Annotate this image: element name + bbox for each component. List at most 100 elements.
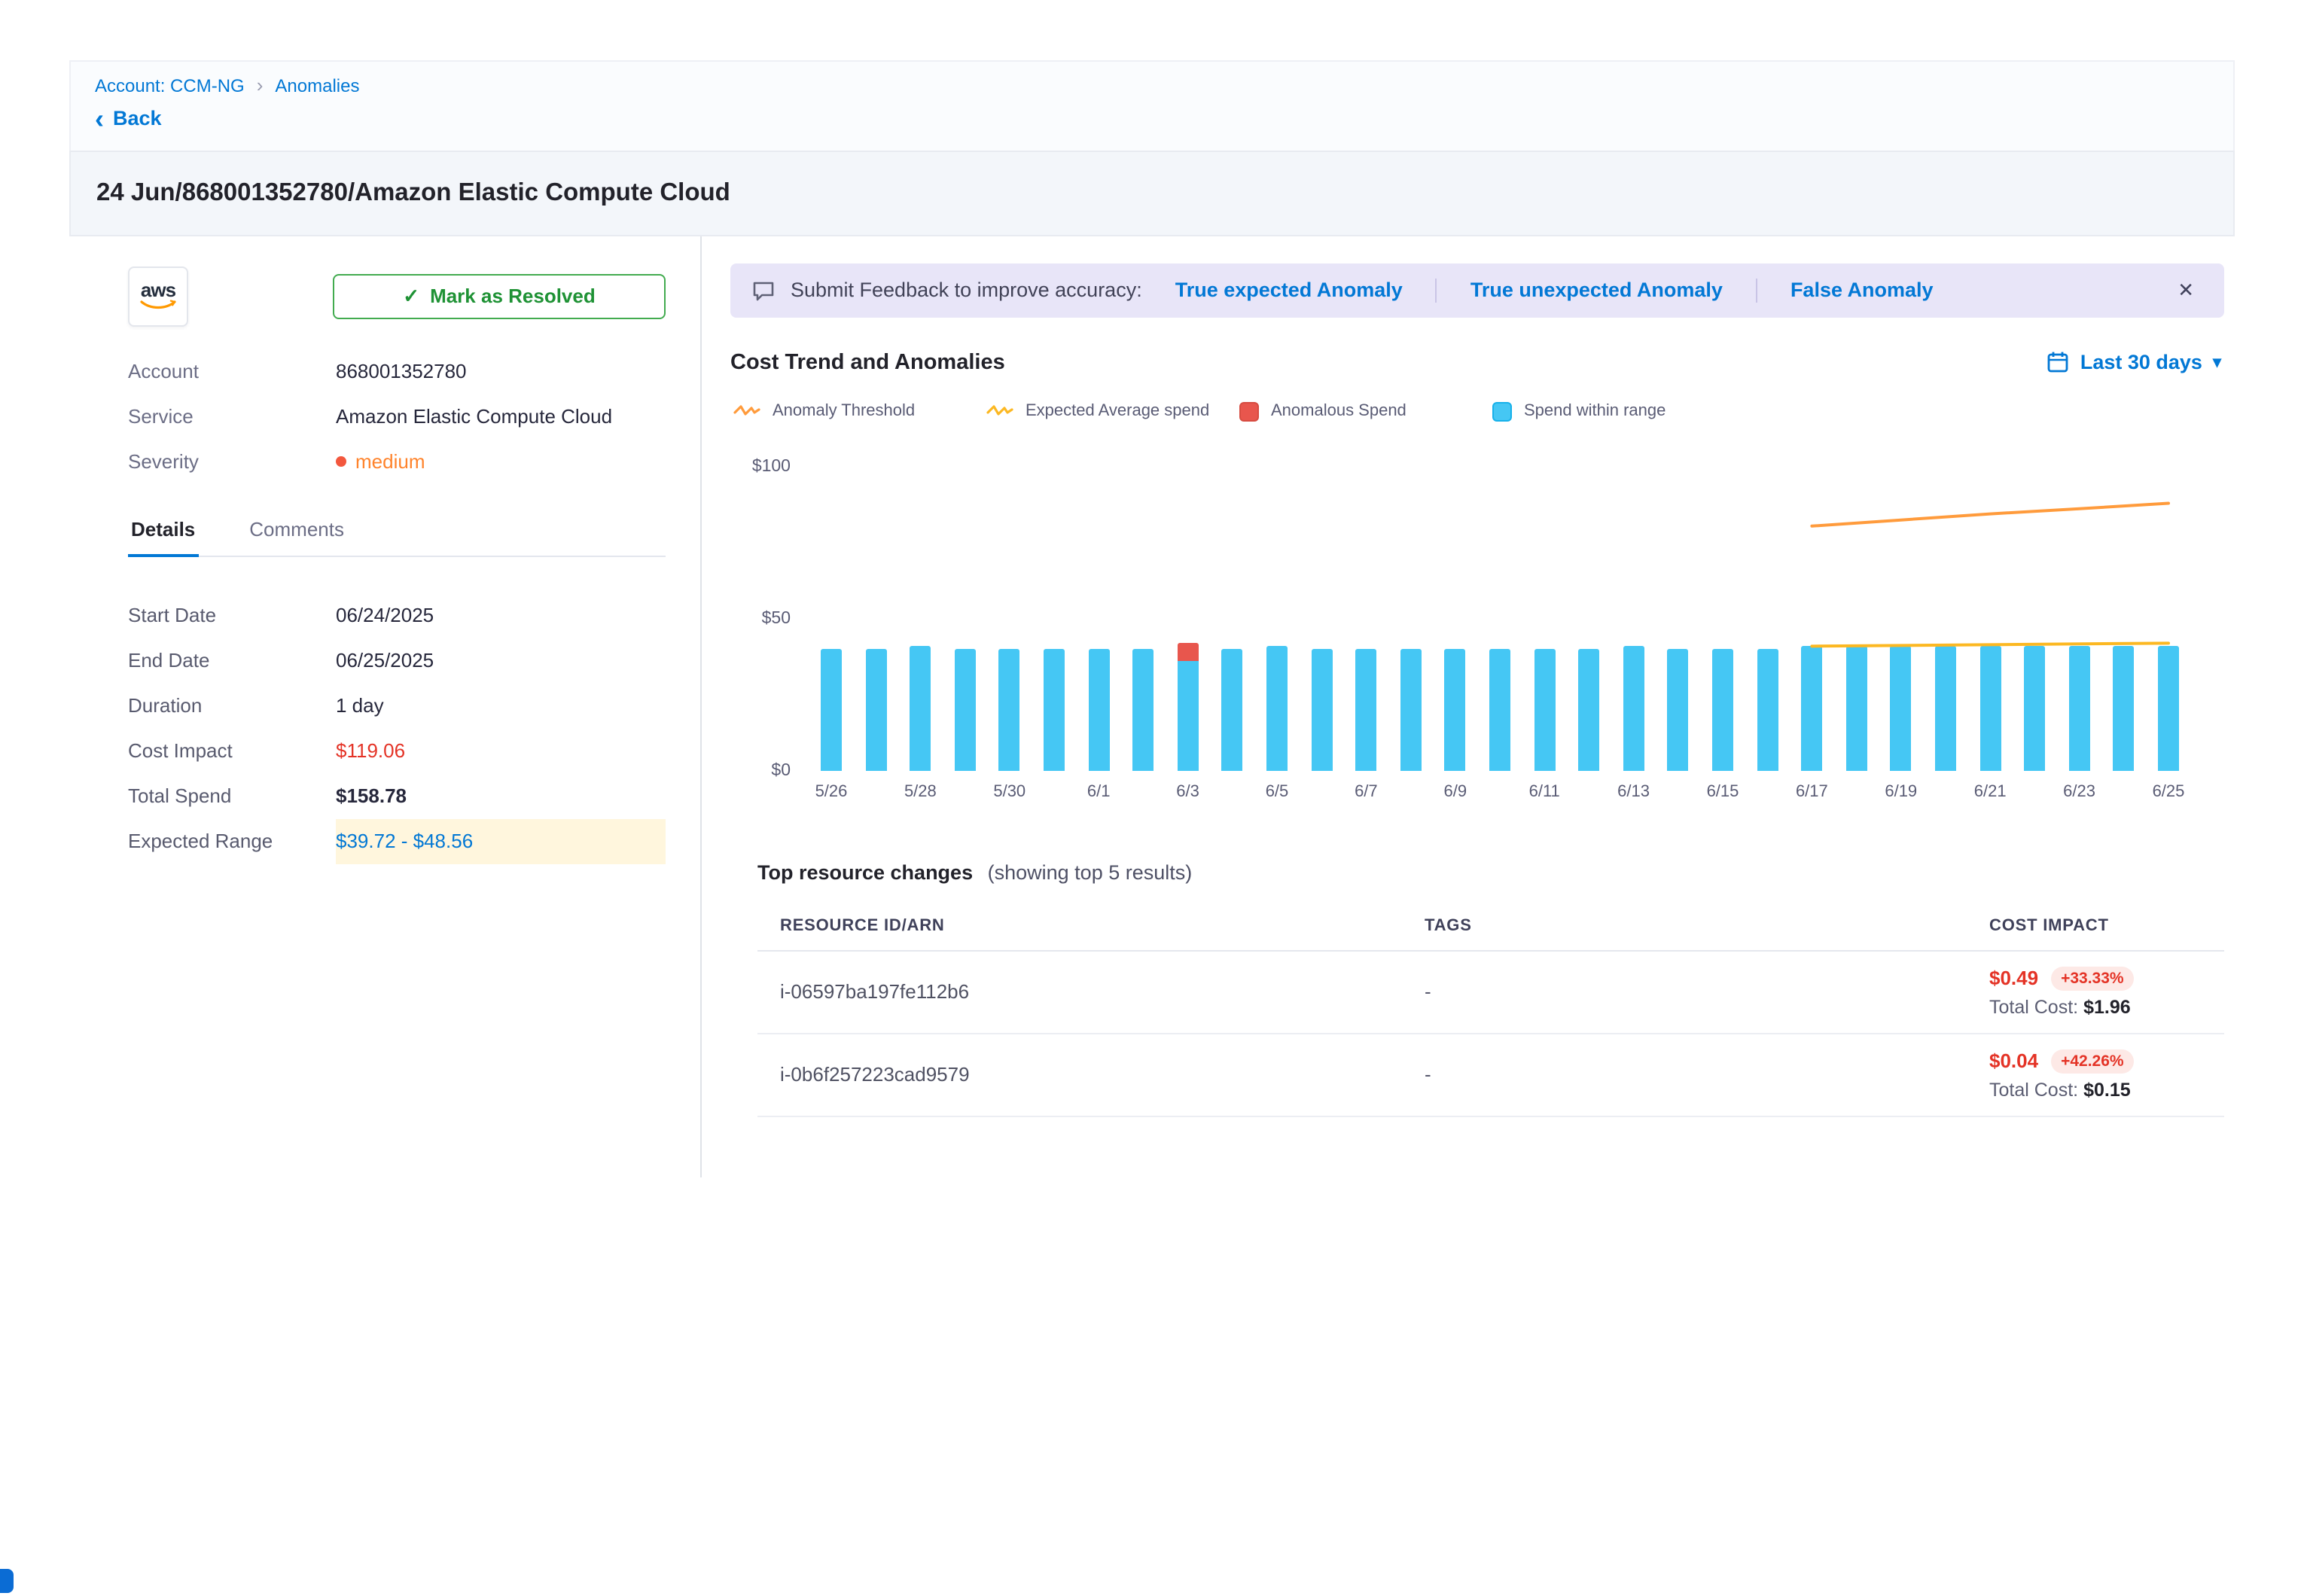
total-cost-value: $1.96 (2083, 996, 2131, 1017)
chart-bar[interactable] (1355, 648, 1376, 770)
change-percent-badge: +33.33% (2050, 966, 2135, 990)
chart-bar[interactable] (1266, 645, 1288, 770)
table-row: i-06597ba197fe112b6 - $0.49 +33.33% Tota… (757, 951, 2224, 1034)
spend-bar-segment (1489, 648, 1510, 770)
resolve-button-label: Mark as Resolved (430, 285, 596, 307)
resource-cost-cell: $0.04 +42.26% Total Cost: $0.15 (1989, 1049, 2224, 1100)
chevron-down-icon: ▾ (2213, 352, 2221, 372)
chart-bar[interactable] (1891, 645, 1912, 770)
chart-bar[interactable] (2069, 645, 2090, 770)
back-row: ‹ Back (95, 107, 2209, 135)
chart-bar[interactable] (865, 648, 886, 770)
expected-range-label: Expected Range (128, 818, 336, 863)
chart-bar[interactable] (1489, 648, 1510, 770)
severity-dot-icon (336, 455, 346, 466)
chart-header: Cost Trend and Anomalies Last 30 days ▾ (730, 350, 2224, 374)
date-range-value: Last 30 days (2080, 351, 2202, 373)
legend-anomaly-threshold: Anomaly Threshold (733, 401, 986, 421)
close-icon[interactable]: ✕ (2168, 275, 2203, 305)
chart-bar[interactable] (821, 648, 842, 770)
account-label: Account (128, 359, 336, 382)
total-cost-label: Total Cost: (1989, 996, 2078, 1017)
chart-bar[interactable] (999, 648, 1020, 770)
duration-value: 1 day (336, 694, 384, 717)
total-spend-label: Total Spend (128, 773, 336, 818)
legend-label: Anomaly Threshold (773, 402, 915, 420)
chart-bar[interactable] (1623, 645, 1644, 770)
chart-bar[interactable] (2024, 645, 2045, 770)
expected-average-line (1812, 642, 2168, 645)
spend-bar-segment (1668, 648, 1689, 770)
header-band: Account: CCM-NG › Anomalies ‹ Back (69, 60, 2235, 150)
chart-bar[interactable] (1578, 648, 1599, 770)
chart-bar[interactable] (2158, 645, 2179, 770)
change-percent-badge: +42.26% (2050, 1049, 2135, 1073)
legend-square-icon (1239, 401, 1259, 421)
spend-bar-segment (1846, 645, 1867, 770)
chart-bar[interactable] (1935, 645, 1956, 770)
breadcrumb-account-link[interactable]: Account: CCM-NG (95, 75, 245, 96)
feedback-divider (1756, 278, 1757, 302)
spend-bar-segment (1088, 648, 1109, 770)
chart-bar[interactable] (1712, 648, 1733, 770)
severity-badge: medium (336, 449, 425, 472)
spend-bar-segment (821, 648, 842, 770)
chart-bar[interactable] (1979, 645, 2001, 770)
tab-comments[interactable]: Comments (246, 505, 347, 555)
resource-tags: - (1402, 980, 1989, 1003)
chart-bar[interactable] (1668, 648, 1689, 770)
chart-bar[interactable] (955, 648, 976, 770)
resources-title-row: Top resource changes (showing top 5 resu… (757, 860, 2224, 883)
feedback-banner: Submit Feedback to improve accuracy: Tru… (730, 263, 2224, 317)
feedback-prompt: Submit Feedback to improve accuracy: (791, 279, 1142, 301)
chart-bar[interactable] (910, 645, 931, 770)
breadcrumb-anomalies-link[interactable]: Anomalies (275, 75, 359, 96)
chart-bar[interactable] (1222, 648, 1243, 770)
legend-anomalous-spend: Anomalous Spend (1239, 401, 1492, 421)
chart-bar[interactable] (1757, 648, 1778, 770)
chart-bar[interactable] (1044, 648, 1065, 770)
chart-bar[interactable] (1178, 642, 1199, 770)
mark-as-resolved-button[interactable]: ✓ Mark as Resolved (333, 273, 666, 318)
legend-label: Spend within range (1524, 402, 1666, 420)
back-button[interactable]: ‹ Back (95, 107, 162, 129)
anomaly-details: Start Date 06/24/2025 End Date 06/25/202… (128, 592, 666, 863)
legend-line-icon (986, 402, 1013, 420)
chart-plot: 5/265/285/306/16/36/56/76/96/116/136/156… (821, 466, 2179, 770)
chart-bar[interactable] (2114, 645, 2135, 770)
chart-bar[interactable] (1846, 645, 1867, 770)
resource-cost-cell: $0.49 +33.33% Total Cost: $1.96 (1989, 966, 2224, 1017)
chart-bar[interactable] (1445, 648, 1466, 770)
chart-bar[interactable] (1400, 648, 1422, 770)
chart-bar[interactable] (1132, 648, 1154, 770)
top-resource-changes-section: Top resource changes (showing top 5 resu… (757, 860, 2224, 1116)
x-axis-label: 6/5 (1247, 782, 1307, 800)
account-value: 868001352780 (336, 359, 467, 382)
anomaly-summary-fields: Account 868001352780 Service Amazon Elas… (128, 359, 666, 472)
feedback-true-expected-link[interactable]: True expected Anomaly (1175, 279, 1403, 301)
spend-bar-segment (1222, 648, 1243, 770)
chat-widget[interactable] (0, 1569, 14, 1593)
calendar-icon (2047, 351, 2070, 373)
main-content: aws ✓ Mark as Resolved Account 86 (69, 236, 2235, 1177)
feedback-true-unexpected-link[interactable]: True unexpected Anomaly (1470, 279, 1723, 301)
chart-bar[interactable] (1088, 648, 1109, 770)
chart-section-title: Cost Trend and Anomalies (730, 350, 1005, 374)
chart-bar[interactable] (1801, 645, 1822, 770)
resources-title: Top resource changes (757, 860, 973, 883)
x-axis-label: 6/3 (1158, 782, 1218, 800)
title-band: 24 Jun/868001352780/Amazon Elastic Compu… (69, 150, 2235, 236)
cost-impact-value: $119.06 (336, 739, 405, 762)
chart-bar[interactable] (1534, 648, 1555, 770)
tab-details[interactable]: Details (128, 505, 198, 555)
legend-spend-within-range: Spend within range (1492, 401, 1745, 421)
x-axis-label: 5/30 (980, 782, 1040, 800)
feedback-false-anomaly-link[interactable]: False Anomaly (1790, 279, 1934, 301)
resources-table: RESOURCE ID/ARN TAGS COST IMPACT i-06597… (757, 907, 2224, 1116)
x-axis-label: 6/7 (1336, 782, 1396, 800)
chart-y-axis: $0$50$100 (730, 466, 809, 770)
chart-bar[interactable] (1311, 648, 1332, 770)
date-range-picker[interactable]: Last 30 days ▾ (2047, 351, 2221, 373)
cost-trend-chart: $0$50$100 5/265/285/306/16/36/56/76/96/1… (730, 466, 2224, 821)
spend-bar-segment (2069, 645, 2090, 770)
